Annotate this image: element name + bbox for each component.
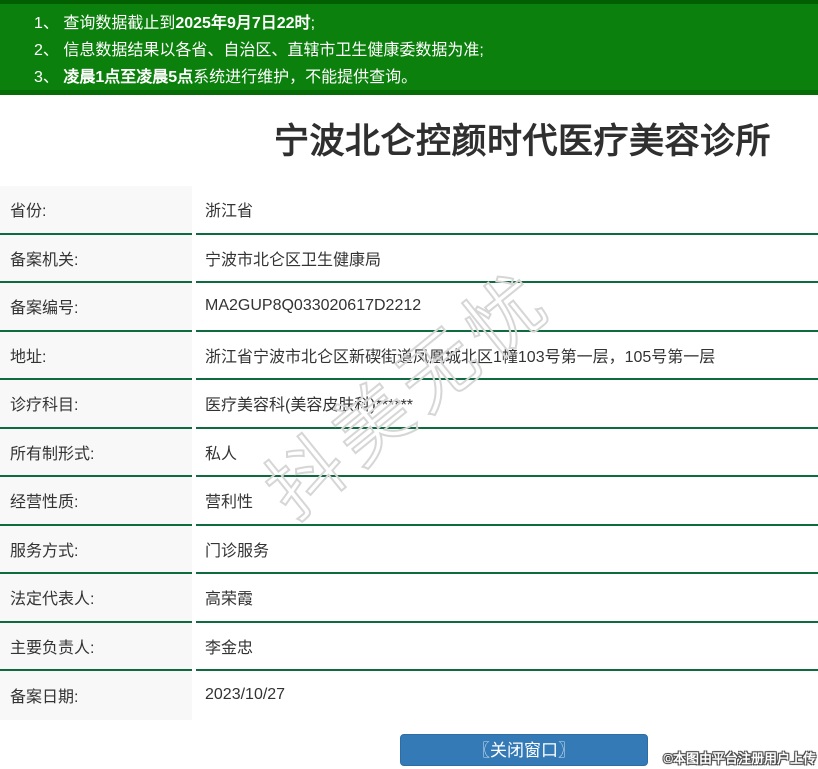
field-value: 私人 [196,429,818,477]
notice-line: 2、 信息数据结果以各省、自治区、直辖市卫生健康委数据为准; [34,37,808,64]
table-row: 所有制形式: 私人 [0,428,818,477]
field-label: 法定代表人: [0,574,192,623]
field-value: 2023/10/27 [205,686,286,704]
notice-line: 3、 凌晨1点至凌晨5点系统进行维护，不能提供查询。 [34,64,808,91]
table-row: 主要负责人: 李金忠 [0,622,818,671]
field-value: 浙江省 [196,186,818,235]
notice-segment: 1、 查询数据截止到 [34,15,176,32]
notice-segment-bold: 2025年9月7日22时 [175,15,311,32]
field-label: 地址: [0,331,192,380]
notice-line-list: 1、 查询数据截止到2025年9月7日22时; 2、 信息数据结果以各省、自治区、… [34,10,808,91]
notice-segment: 系统进行维护，不能提供查询。 [193,69,418,86]
field-value: 李金忠 [196,623,818,671]
table-row: 省份: 浙江省 [0,186,818,235]
record-table: 省份: 浙江省 备案机关: 宁波市北仑区卫生健康局 备案编号: MA2GUP8Q03302… [0,186,818,720]
field-value: 浙江省宁波市北仑区新碶街道凤凰城北区1幢103号第一层，105号第一层 [196,332,818,380]
notice-segment: 3、 [34,69,64,86]
field-label: 备案编号: [0,283,192,332]
notice-line: 1、 查询数据截止到2025年9月7日22时; [34,10,808,37]
field-value: 医疗美容科(美容皮肤科)****** [196,380,818,429]
field-label: 备案日期: [0,671,192,720]
field-label: 所有制形式: [0,428,192,477]
field-label: 经营性质: [0,477,192,526]
page-title: 宁波北仑控颜时代医疗美容诊所 [274,122,772,161]
close-window-button[interactable]: 〖关闭窗口〗 [400,734,648,766]
field-label: 服务方式: [0,525,192,574]
field-value: 营利性 [196,477,818,526]
notice-segment: ; [310,15,316,32]
field-value: 门诊服务 [196,526,818,574]
field-value: MA2GUP8Q033020617D2212 [196,283,818,332]
field-label: 省份: [0,186,192,235]
field-value: 高荣霞 [196,574,818,623]
table-row: 服务方式: 门诊服务 [0,525,818,574]
upload-credit-text: ©本图由平台注册用户上传 [663,751,816,766]
table-row: 备案编号: MA2GUP8Q033020617D2212 [0,283,818,332]
field-label: 诊疗科目: [0,380,192,429]
notice-banner: 1、 查询数据截止到2025年9月7日22时; 2、 信息数据结果以各省、自治区、… [0,0,818,95]
table-row: 备案日期: 2023/10/27 [0,671,818,720]
field-label: 备案机关: [0,234,192,283]
field-label: 主要负责人: [0,622,192,671]
table-row: 备案机关: 宁波市北仑区卫生健康局 [0,234,818,283]
table-row: 诊疗科目: 医疗美容科(美容皮肤科)****** [0,380,818,429]
notice-segment: 2、 信息数据结果以各省、自治区、直辖市卫生健康委数据为准; [34,42,484,59]
table-row: 经营性质: 营利性 [0,477,818,526]
table-row: 地址: 浙江省宁波市北仑区新碶街道凤凰城北区1幢103号第一层，105号第一层 [0,331,818,380]
field-value: 宁波市北仑区卫生健康局 [196,235,818,283]
table-row: 法定代表人: 高荣霞 [0,574,818,623]
notice-segment-bold: 凌晨1点至凌晨5点 [63,69,194,86]
